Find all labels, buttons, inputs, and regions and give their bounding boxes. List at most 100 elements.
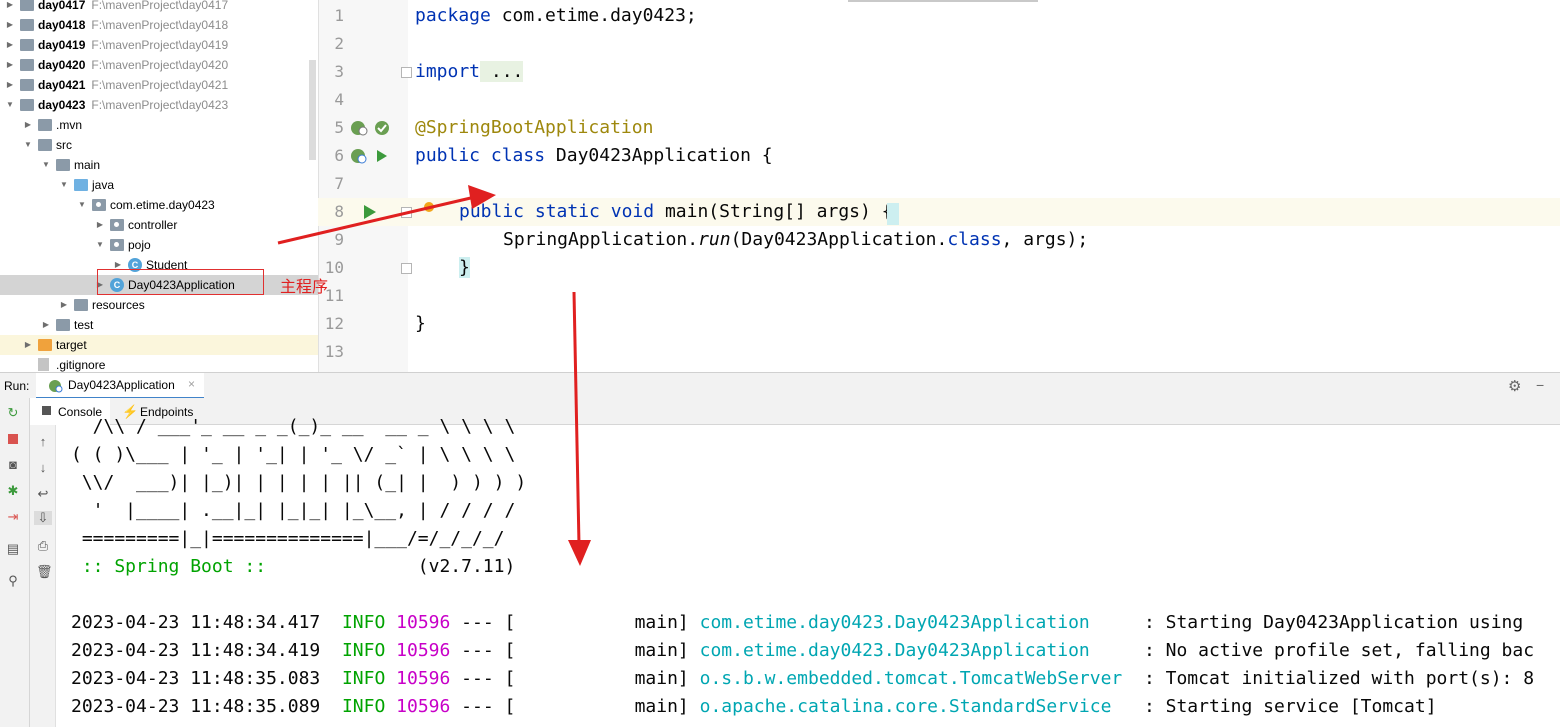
tree-item[interactable]: ▼ java [0,175,318,195]
chevron-right-icon[interactable]: ▶ [22,115,34,135]
code-line-10[interactable]: SpringApplication.run(Day0423Application… [503,229,1088,250]
code-text: com.etime.day0423; [490,5,697,26]
line-number: 12 [324,314,344,333]
code-line-6[interactable]: @SpringBootApplication [415,117,653,138]
run-controls: ↻ ◙ ✱ ⇥ ▤ ⚲ [0,398,30,727]
folder-icon [38,119,52,131]
arrow-up-icon[interactable]: ↑ [36,435,50,449]
tree-item[interactable]: ▶ day0420 F:\mavenProject\day0420 [0,55,318,75]
tree-label-text: day0417 [38,0,86,12]
code-line-11[interactable]: } [459,257,470,278]
module-folder-icon [20,39,34,51]
camera-icon[interactable]: ◙ [6,458,20,472]
chevron-right-icon[interactable]: ▶ [22,335,34,355]
tree-item[interactable]: ▶ test [0,315,318,335]
annotation-text: @SpringBootApplication [415,117,654,138]
folded-imports[interactable]: ... [480,61,524,82]
run-class-icon[interactable] [349,147,393,165]
chevron-down-icon[interactable]: ▼ [58,175,70,195]
tree-item[interactable]: ▼ src [0,135,318,155]
layout-icon[interactable]: ▤ [6,542,20,556]
gear-icon[interactable]: ⚙ [1508,377,1521,395]
tree-item[interactable]: ▶ .mvn [0,115,318,135]
chevron-right-icon[interactable]: ▶ [58,295,70,315]
tree-item[interactable]: ▶ resources [0,295,318,315]
minimize-icon[interactable]: − [1536,377,1544,393]
code-line-9[interactable]: public static void main(String[] args) { [459,201,893,222]
run-main-icon[interactable] [362,203,378,221]
tree-label-text: pojo [128,238,151,252]
chevron-right-icon[interactable]: ▶ [40,315,52,335]
tree-label-text: day0419 [38,38,86,52]
keyword: package [415,5,491,26]
keyword: static [534,201,600,222]
chevron-down-icon[interactable]: ▼ [22,135,34,155]
chevron-down-icon[interactable]: ▼ [40,155,52,175]
chevron-down-icon[interactable]: ▼ [4,95,16,115]
code-line-3[interactable]: import ... [415,61,524,82]
chevron-right-icon[interactable]: ▶ [94,215,106,235]
tree-item[interactable]: ▶ controller [0,215,318,235]
exit-icon[interactable]: ⇥ [6,510,20,524]
stop-icon[interactable] [6,432,20,446]
log-line: 2023-04-23 11:48:35.083 INFO 10596 --- [… [71,668,1534,689]
module-folder-icon [20,59,34,71]
chevron-down-icon[interactable]: ▼ [76,195,88,215]
tree-item[interactable]: ▶ day0421 F:\mavenProject\day0421 [0,75,318,95]
project-tree-panel: ▶ day0417 F:\mavenProject\day0417 ▶ day0418 F… [0,0,318,372]
tree-item[interactable]: ▼ com.etime.day0423 [0,195,318,215]
trash-icon[interactable]: 🗑 [36,565,53,579]
project-scrollbar[interactable] [309,60,316,160]
debug-icon[interactable]: ✱ [6,484,20,498]
code-line-1[interactable]: package com.etime.day0423; [415,5,697,26]
chevron-right-icon[interactable]: ▶ [4,0,16,15]
print-icon[interactable]: ⎙ [36,539,50,553]
chevron-right-icon[interactable]: ▶ [4,35,16,55]
fold-marker[interactable] [401,263,412,274]
code-line-7[interactable]: public class Day0423Application { [415,145,773,166]
line-number: 2 [334,34,344,53]
tree-item[interactable]: ▶ day0418 F:\mavenProject\day0418 [0,15,318,35]
code-text: SpringApplication. [503,229,699,250]
log-thread: main] [634,640,689,661]
bulb-icon[interactable] [423,201,435,213]
chevron-right-icon[interactable]: ▶ [4,75,16,95]
tree-item[interactable]: ▶ day0417 F:\mavenProject\day0417 [0,0,318,15]
module-folder-icon [20,99,34,111]
line-number: 4 [334,90,344,109]
fold-marker[interactable] [401,207,412,218]
scroll-to-end-icon[interactable]: ⇩ [34,511,52,525]
log-pid: 10596 [396,696,451,717]
fold-marker[interactable] [401,67,412,78]
tree-label-text: controller [128,218,178,232]
tree-item[interactable]: ▼ day0423 F:\mavenProject\day0423 [0,95,318,115]
module-folder-icon [20,79,34,91]
keyword: class [490,145,546,166]
line-number: 7 [334,174,344,193]
close-icon[interactable]: × [188,377,195,391]
chevron-right-icon[interactable]: ▶ [4,55,16,75]
tree-item[interactable]: ▶ target [0,335,318,355]
chevron-right-icon[interactable]: ▶ [4,15,16,35]
spring-bean-icon[interactable] [349,119,393,137]
soft-wrap-icon[interactable]: ↩ [36,487,50,501]
run-config-tab[interactable]: Day0423Application × [36,373,204,399]
tree-item-label: day0418 F:\mavenProject\day0418 [38,15,228,35]
tree-item[interactable]: .gitignore [0,355,318,372]
tree-item-label: day0419 F:\mavenProject\day0419 [38,35,228,55]
log-logger: com.etime.day0423.Day0423Application [699,612,1134,633]
log-message: : Starting Day0423Application using [1143,612,1524,633]
tree-item[interactable]: ▼ pojo [0,235,318,255]
chevron-down-icon[interactable]: ▼ [94,235,106,255]
pin-icon[interactable]: ⚲ [6,574,20,588]
code-line-13[interactable]: } [415,313,426,334]
tree-label-text: test [74,318,94,332]
tree-item[interactable]: ▼ main [0,155,318,175]
code-editor[interactable] [408,0,1560,372]
arrow-down-icon[interactable]: ↓ [36,461,50,475]
tree-item-path: F:\mavenProject\day0419 [91,38,229,52]
tree-label-text: resources [92,298,145,312]
tree-item-label: main [74,155,100,175]
tree-item[interactable]: ▶ day0419 F:\mavenProject\day0419 [0,35,318,55]
rerun-icon[interactable]: ↻ [6,406,20,420]
